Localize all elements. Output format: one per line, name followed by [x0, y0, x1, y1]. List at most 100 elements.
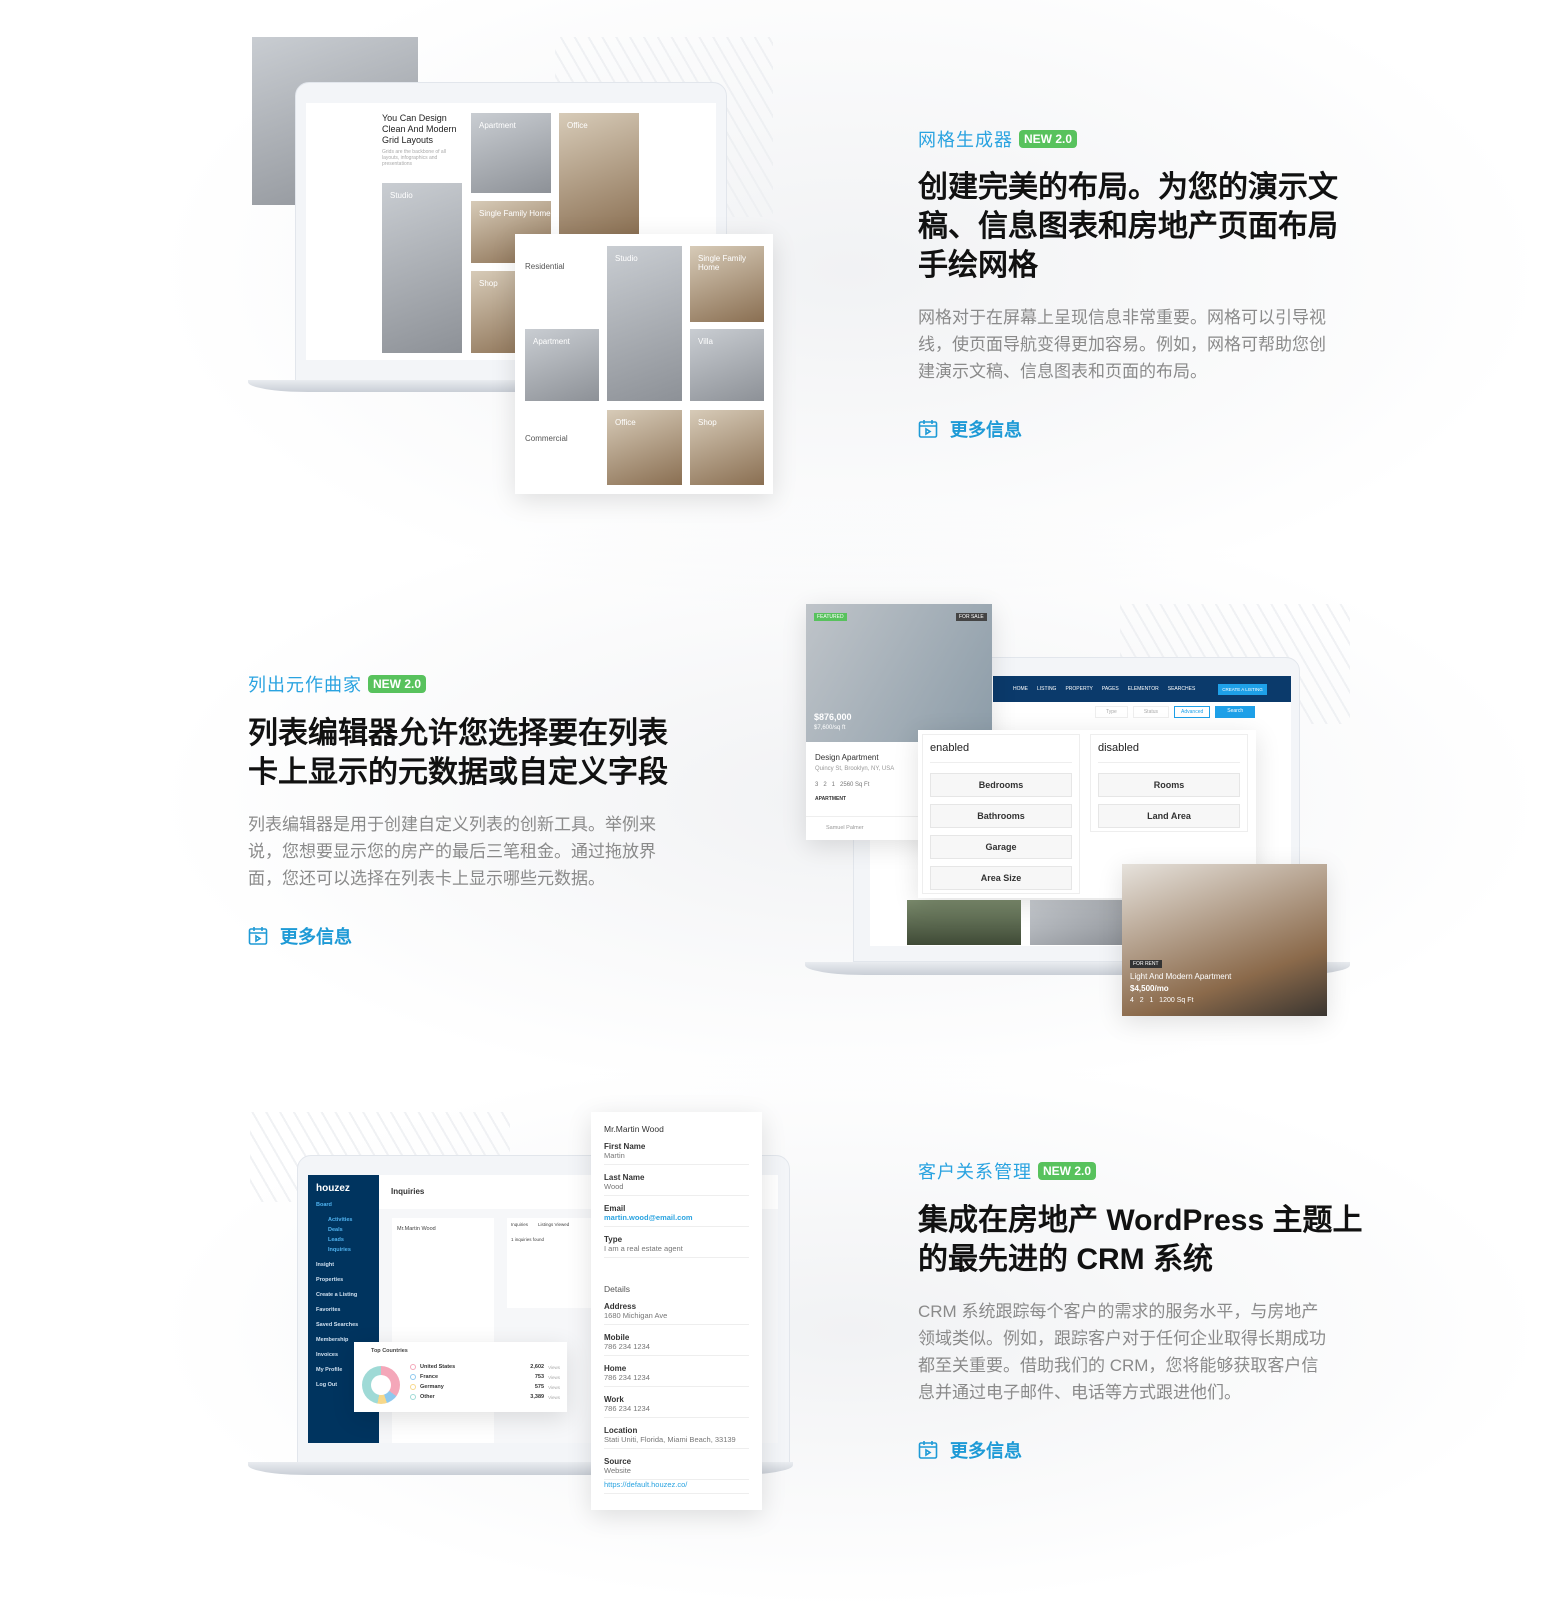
sidebar-item[interactable]: Board: [316, 1202, 379, 1208]
top-countries-title: Top Countries: [371, 1348, 408, 1354]
sidebar-item[interactable]: Favorites: [316, 1307, 379, 1313]
field-value: 786 234 1234: [604, 1404, 749, 1418]
countries-list: United States 2,602 Views France 753 Views Ger…: [410, 1362, 560, 1402]
residential-label: Residential: [525, 262, 565, 271]
country-row: Germany 575 Views: [410, 1382, 560, 1392]
views-unit: Views: [548, 1374, 560, 1380]
country-views: 753: [534, 1374, 545, 1380]
country-views: 575: [534, 1384, 545, 1390]
legend-dot: [410, 1384, 416, 1390]
field-item[interactable]: Area Size: [930, 866, 1072, 890]
section-label: 网格生成器 NEW 2.0: [918, 126, 1078, 152]
property-type: APARTMENT: [815, 796, 847, 802]
tile-label: Villa: [698, 337, 713, 346]
video-calendar-icon: [918, 1441, 938, 1459]
field-label: Type: [604, 1235, 623, 1244]
field-value: 1680 Michigan Ave: [604, 1311, 749, 1325]
rent-title: Light And Modern Apartment: [1130, 972, 1232, 981]
field-label: Email: [604, 1204, 626, 1213]
sidebar-item[interactable]: Leads: [328, 1237, 379, 1243]
sidebar-item[interactable]: Create a Listing: [316, 1292, 379, 1298]
details-heading: Details: [604, 1284, 630, 1294]
video-calendar-icon: [248, 927, 268, 945]
sidebar-item[interactable]: Insight: [316, 1262, 379, 1268]
country-views: 2,602: [530, 1364, 545, 1370]
nav-item[interactable]: SEARCHES: [1168, 686, 1196, 692]
tab-listings-viewed[interactable]: Listings Viewed: [538, 1222, 569, 1227]
nav-item[interactable]: PROPERTY: [1065, 686, 1092, 692]
field-item[interactable]: Rooms: [1098, 773, 1240, 797]
create-listing-button[interactable]: CREATE A LISTING: [1218, 683, 1267, 695]
section-label: 列出元作曲家 NEW 2.0: [248, 671, 427, 697]
field-label: Location: [604, 1426, 638, 1435]
field-label: First Name: [604, 1142, 646, 1151]
for-rent-badge: FOR RENT: [1130, 960, 1162, 968]
top-countries-card: Top Countries United States 2,602 Views Fra…: [354, 1342, 567, 1412]
nav-item[interactable]: ELEMENTOR: [1128, 686, 1159, 692]
field-label: Address: [604, 1302, 637, 1311]
country-views: 3,389: [530, 1394, 545, 1400]
new-badge: NEW 2.0: [1038, 1162, 1097, 1180]
sidebar-item[interactable]: Deals: [328, 1227, 379, 1233]
section-heading: 列表编辑器允许您选择要在列表 卡上显示的元数据或自定义字段: [248, 717, 668, 789]
donut-chart: [362, 1366, 400, 1404]
section-heading: 集成在房地产 WordPress 主题上 的最先进的 CRM 系统: [918, 1204, 1363, 1276]
sidebar-item[interactable]: Properties: [316, 1277, 379, 1283]
more-info-link[interactable]: 更多信息: [918, 1437, 1022, 1463]
search-button[interactable]: Search: [1215, 706, 1256, 718]
tile-label: Single Family Home: [479, 209, 551, 218]
nav-bar: HOME LISTING PROPERTY PAGES ELEMENTOR SE…: [993, 676, 1291, 702]
type-select[interactable]: Type: [1095, 706, 1128, 718]
section-body: 网格对于在屏幕上呈现信息非常重要。网格可以引导视 线，使页面导航变得更加容易。例如…: [918, 308, 1326, 381]
field-value: Website: [604, 1466, 749, 1480]
views-unit: Views: [548, 1364, 560, 1370]
tab-inquiries[interactable]: Inquiries: [511, 1222, 528, 1227]
field-item[interactable]: Bathrooms: [930, 804, 1072, 828]
country-row: United States 2,602 Views: [410, 1362, 560, 1372]
advanced-button[interactable]: Advanced: [1174, 706, 1211, 718]
section-label: 客户关系管理 NEW 2.0: [918, 1158, 1097, 1184]
field-value: 786 234 1234: [604, 1373, 749, 1387]
country-name: Germany: [420, 1384, 444, 1390]
field-item[interactable]: Garage: [930, 835, 1072, 859]
field-value: 786 234 1234: [604, 1342, 749, 1356]
country-name: France: [420, 1374, 439, 1380]
sidebar-item[interactable]: Saved Searches: [316, 1322, 379, 1328]
tile-label: Apartment: [479, 121, 516, 130]
grid-overlay-card: Residential Commercial Studio Single Fam…: [515, 234, 773, 494]
source-link[interactable]: https://default.houzez.co/: [604, 1480, 749, 1494]
field-label: Source: [604, 1457, 632, 1466]
sidebar-item[interactable]: Inquiries: [328, 1247, 379, 1253]
field-item[interactable]: Land Area: [1098, 804, 1240, 828]
country-row: Other 3,389 Views: [410, 1392, 560, 1402]
country-name: United States: [420, 1364, 456, 1370]
contact-name: Mr.Martin Wood: [397, 1226, 436, 1232]
rent-price: $4,500/mo: [1130, 984, 1169, 993]
tile-label: Studio: [615, 254, 638, 263]
nav-item[interactable]: PAGES: [1102, 686, 1119, 692]
nav-item[interactable]: HOME: [1013, 686, 1028, 692]
field-value: Martin: [604, 1151, 749, 1165]
rent-card: FOR RENT Light And Modern Apartment $4,5…: [1122, 864, 1327, 1016]
field-item[interactable]: Bedrooms: [930, 773, 1072, 797]
field-value: I am a real estate agent: [604, 1244, 749, 1258]
search-bar: Type Status Advanced Search: [1095, 706, 1256, 718]
section-body: 列表编辑器是用于创建自定义列表的创新工具。举例来 说，您想要显示您的房产的最后三笔…: [248, 815, 656, 888]
tile-label: Single Family Home: [698, 254, 747, 272]
property-meta: 3 2 1 2560 Sq Ft: [815, 782, 870, 788]
field-label: Mobile: [604, 1333, 630, 1342]
section-heading: 创建完美的布局。为您的演示文 稿、信息图表和房地产页面布局 手绘网格: [918, 171, 1338, 282]
legend-dot: [410, 1374, 416, 1380]
tile-label: Studio: [390, 191, 413, 200]
more-info-link[interactable]: 更多信息: [918, 416, 1022, 442]
property-title: Design Apartment: [815, 753, 879, 762]
property-address: Quincy St, Brooklyn, NY, USA: [815, 766, 895, 772]
inquiries-count: 1 inquiries found: [511, 1237, 545, 1242]
price-per-sqft: $7,600/sq ft: [814, 725, 846, 731]
nav-item[interactable]: LISTING: [1037, 686, 1056, 692]
status-select[interactable]: Status: [1132, 706, 1170, 718]
sidebar-item[interactable]: Activities: [328, 1217, 379, 1223]
section-body: CRM 系统跟踪每个客户的需求的服务水平，与房地产 领域类似。例如，跟踪客户对于任…: [918, 1302, 1326, 1402]
more-info-link[interactable]: 更多信息: [248, 923, 352, 949]
legend-dot: [410, 1364, 416, 1370]
